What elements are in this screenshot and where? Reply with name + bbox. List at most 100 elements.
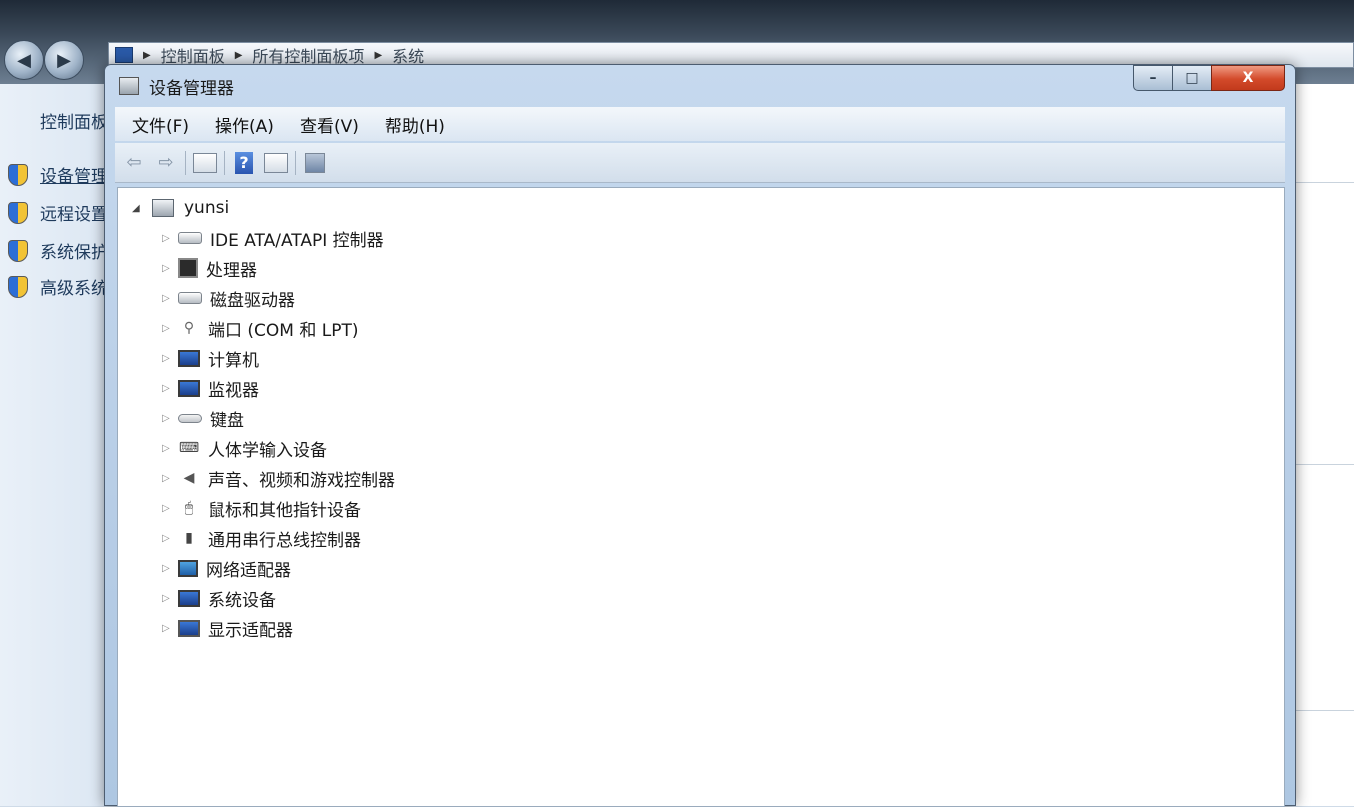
breadcrumb-separator-icon: ▶	[374, 49, 383, 61]
processor-icon	[178, 258, 198, 278]
collapse-arrow-icon[interactable]: ◢	[132, 203, 144, 214]
breadcrumb-separator-icon: ▶	[234, 49, 243, 61]
speaker-icon: ◀	[183, 470, 195, 486]
tree-node-sound[interactable]: ▷ ◀ 声音、视频和游戏控制器	[162, 466, 395, 491]
toolbar-separator	[295, 150, 296, 175]
uac-shield-icon	[8, 275, 28, 298]
back-button[interactable]: ◀	[4, 40, 44, 80]
port-icon: ⚲	[183, 320, 195, 336]
expand-arrow-icon[interactable]: ▷	[162, 353, 174, 364]
tree-node-label: 端口 (COM 和 LPT)	[208, 320, 359, 341]
task-system-protection[interactable]: 系统保护	[8, 238, 108, 263]
expand-arrow-icon[interactable]: ▷	[162, 383, 174, 394]
expand-arrow-icon[interactable]: ▷	[162, 323, 174, 334]
tree-node-monitor[interactable]: ▷ 监视器	[162, 376, 259, 401]
tree-root-label: yunsi	[184, 198, 230, 218]
tree-node-port[interactable]: ▷ ⚲ 端口 (COM 和 LPT)	[162, 316, 359, 341]
expand-arrow-icon[interactable]: ▷	[162, 503, 174, 514]
network-adapter-icon	[178, 559, 198, 577]
tree-node-network-adapter[interactable]: ▷ 网络适配器	[162, 556, 291, 581]
menu-help[interactable]: 帮助(H)	[376, 112, 454, 137]
tree-node-mouse[interactable]: ▷ 🖱 鼠标和其他指针设备	[162, 496, 361, 521]
device-tree: ◢ yunsi ▷ IDE ATA/ATAPI 控制器 ▷ 处理器 ▷ 磁盘驱动…	[117, 187, 1285, 807]
computer-icon	[178, 349, 200, 367]
expand-arrow-icon[interactable]: ▷	[162, 563, 174, 574]
tree-node-display-adapter[interactable]: ▷ 显示适配器	[162, 616, 293, 641]
tree-node-label: 磁盘驱动器	[210, 290, 295, 311]
task-remote-settings[interactable]: 远程设置	[8, 200, 108, 225]
system-device-icon	[178, 589, 200, 607]
uac-shield-icon	[8, 239, 28, 262]
tree-node-ide-controller[interactable]: ▷ IDE ATA/ATAPI 控制器	[162, 226, 384, 251]
control-panel-content	[1294, 84, 1354, 806]
help-button[interactable]: ?	[231, 150, 257, 176]
device-manager-titlebar[interactable]: 设备管理器 – □ X	[105, 65, 1295, 105]
tree-node-label: 鼠标和其他指针设备	[208, 500, 361, 521]
tree-root-computer[interactable]: ◢ yunsi	[132, 196, 229, 220]
show-hide-console-button[interactable]	[263, 150, 289, 176]
uac-shield-icon	[8, 201, 28, 224]
forward-arrow-icon[interactable]: ⇨	[153, 150, 179, 176]
close-button[interactable]: X	[1211, 65, 1285, 91]
tree-node-hid[interactable]: ▷ ⌨ 人体学输入设备	[162, 436, 327, 461]
expand-arrow-icon[interactable]: ▷	[162, 293, 174, 304]
task-label: 远程设置	[40, 205, 108, 225]
tree-node-processor[interactable]: ▷ 处理器	[162, 256, 257, 281]
toolbar-separator	[185, 150, 186, 175]
tree-node-label: 处理器	[206, 260, 257, 281]
usb-icon: ▮	[185, 530, 193, 546]
uac-shield-icon	[8, 163, 28, 186]
back-arrow-icon[interactable]: ⇦	[121, 150, 147, 176]
keyboard-icon	[178, 413, 202, 423]
expand-arrow-icon[interactable]: ▷	[162, 533, 174, 544]
forward-button[interactable]: ▶	[44, 40, 84, 80]
divider	[1294, 464, 1354, 465]
expand-arrow-icon[interactable]: ▷	[162, 263, 174, 274]
expand-arrow-icon[interactable]: ▷	[162, 233, 174, 244]
mouse-icon: 🖱	[184, 500, 194, 516]
tree-node-label: 网络适配器	[206, 560, 291, 581]
expand-arrow-icon[interactable]: ▷	[162, 593, 174, 604]
tree-node-disk-drive[interactable]: ▷ 磁盘驱动器	[162, 286, 295, 311]
expand-arrow-icon[interactable]: ▷	[162, 413, 174, 424]
scan-hardware-icon	[305, 152, 325, 173]
tree-node-label: 计算机	[208, 350, 259, 371]
help-icon: ?	[235, 151, 253, 174]
divider	[1294, 182, 1354, 183]
tree-node-label: 系统设备	[208, 590, 276, 611]
expand-arrow-icon[interactable]: ▷	[162, 623, 174, 634]
tree-node-usb[interactable]: ▷ ▮ 通用串行总线控制器	[162, 526, 361, 551]
monitor-icon	[178, 379, 200, 397]
tree-node-label: IDE ATA/ATAPI 控制器	[210, 230, 384, 251]
tree-node-label: 声音、视频和游戏控制器	[208, 470, 395, 491]
maximize-button[interactable]: □	[1172, 65, 1212, 91]
properties-button[interactable]	[192, 150, 218, 176]
disk-drive-icon	[178, 292, 202, 304]
toolbar-separator	[224, 150, 225, 175]
menu-action[interactable]: 操作(A)	[206, 112, 283, 137]
menu-file[interactable]: 文件(F)	[123, 112, 198, 137]
menu-view[interactable]: 查看(V)	[291, 112, 368, 137]
computer-icon	[152, 199, 174, 217]
device-manager-icon	[119, 77, 139, 95]
expand-arrow-icon[interactable]: ▷	[162, 443, 174, 454]
menu-bar: 文件(F) 操作(A) 查看(V) 帮助(H)	[115, 107, 1285, 141]
properties-icon	[193, 152, 217, 173]
minimize-button[interactable]: –	[1133, 65, 1173, 91]
tree-node-label: 人体学输入设备	[208, 440, 327, 461]
display-adapter-icon	[178, 619, 200, 637]
task-label: 系统保护	[40, 243, 108, 263]
scan-hardware-button[interactable]	[302, 150, 328, 176]
divider	[1294, 710, 1354, 711]
tree-node-computer[interactable]: ▷ 计算机	[162, 346, 259, 371]
window-title: 设备管理器	[149, 79, 234, 99]
hid-icon: ⌨	[178, 440, 200, 456]
computer-icon	[115, 47, 133, 63]
device-manager-window: 设备管理器 – □ X 文件(F) 操作(A) 查看(V) 帮助(H) ⇦ ⇨ …	[104, 64, 1296, 807]
expand-arrow-icon[interactable]: ▷	[162, 473, 174, 484]
control-panel-sidebar: 控制面板主页 设备管理器 远程设置 系统保护 高级系统设置	[0, 84, 142, 806]
breadcrumb-separator-icon: ▶	[143, 49, 151, 61]
tree-node-keyboard[interactable]: ▷ 键盘	[162, 406, 244, 431]
tree-node-system-device[interactable]: ▷ 系统设备	[162, 586, 276, 611]
show-hide-console-icon	[264, 152, 288, 173]
